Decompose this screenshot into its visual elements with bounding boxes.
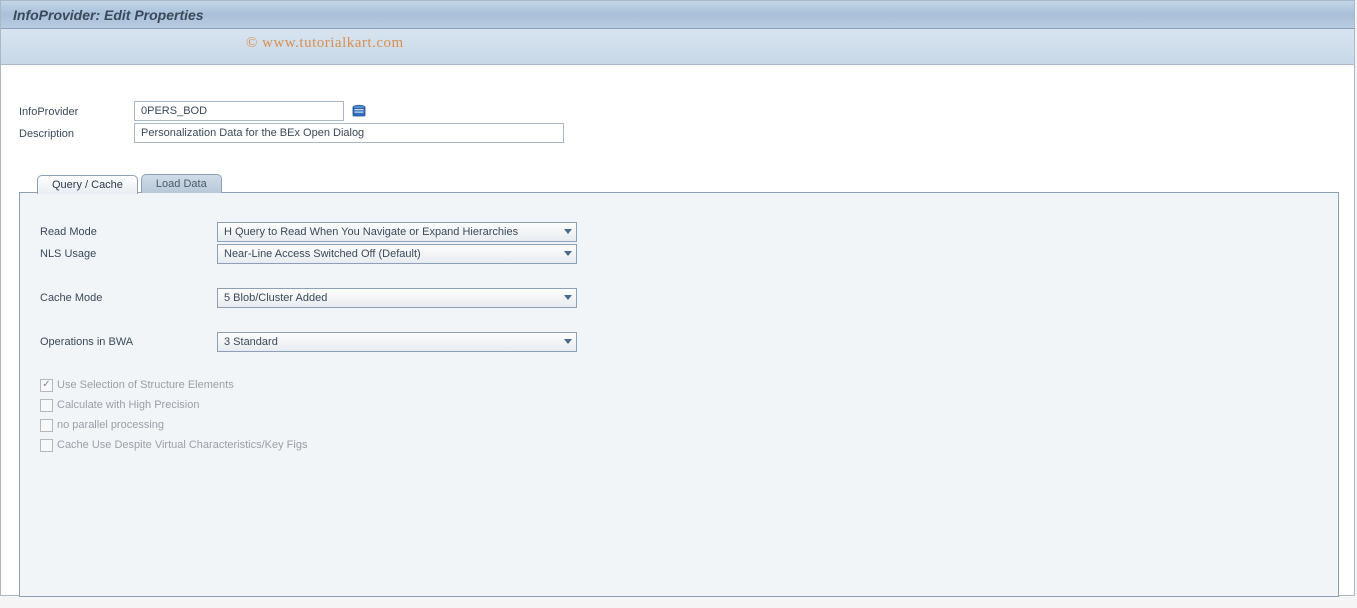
checkbox-structure-elements[interactable]: Use Selection of Structure Elements [40, 375, 1328, 395]
header-fields: InfoProvider Description [19, 100, 1344, 144]
title-bar: InfoProvider: Edit Properties [1, 1, 1354, 29]
tab-panel-query-cache: Read Mode H Query to Read When You Navig… [19, 192, 1339, 597]
ops-bwa-label: Operations in BWA [40, 336, 217, 348]
checkbox-no-parallel[interactable]: no parallel processing [40, 415, 1328, 435]
cache-mode-select[interactable]: 5 Blob/Cluster Added [217, 288, 577, 308]
chevron-down-icon [564, 251, 572, 256]
window-title: InfoProvider: Edit Properties [13, 7, 204, 23]
nls-value: Near-Line Access Switched Off (Default) [224, 248, 421, 260]
spacer [40, 353, 1328, 375]
spacer [40, 309, 1328, 331]
chevron-down-icon [564, 295, 572, 300]
nls-row: NLS Usage Near-Line Access Switched Off … [40, 243, 1328, 265]
read-mode-row: Read Mode H Query to Read When You Navig… [40, 221, 1328, 243]
ops-bwa-value: 3 Standard [224, 336, 278, 348]
description-row: Description [19, 122, 1344, 144]
description-label: Description [19, 127, 134, 140]
chevron-down-icon [564, 339, 572, 344]
tab-strip: Query / Cache Load Data [37, 174, 1344, 193]
read-mode-value: H Query to Read When You Navigate or Exp… [224, 226, 518, 238]
checkbox-cache-virtual[interactable]: Cache Use Despite Virtual Characteristic… [40, 435, 1328, 455]
read-mode-select[interactable]: H Query to Read When You Navigate or Exp… [217, 222, 577, 242]
nls-label: NLS Usage [40, 248, 217, 260]
checkbox-high-precision[interactable]: Calculate with High Precision [40, 395, 1328, 415]
cache-mode-row: Cache Mode 5 Blob/Cluster Added [40, 287, 1328, 309]
app-frame: InfoProvider: Edit Properties © www.tuto… [0, 0, 1355, 596]
checkbox-icon [40, 379, 53, 392]
nls-select[interactable]: Near-Line Access Switched Off (Default) [217, 244, 577, 264]
checkbox-label: no parallel processing [57, 419, 164, 431]
watermark-text: © www.tutorialkart.com [246, 35, 404, 52]
ops-bwa-row: Operations in BWA 3 Standard [40, 331, 1328, 353]
spacer [40, 265, 1328, 287]
checkbox-label: Cache Use Despite Virtual Characteristic… [57, 439, 307, 451]
checkbox-icon [40, 439, 53, 452]
checkbox-icon [40, 399, 53, 412]
infoprovider-row: InfoProvider [19, 100, 1344, 122]
ops-bwa-select[interactable]: 3 Standard [217, 332, 577, 352]
tab-query-cache[interactable]: Query / Cache [37, 175, 138, 194]
checkbox-label: Use Selection of Structure Elements [57, 379, 234, 391]
infoprovider-lookup-icon[interactable] [352, 104, 366, 118]
cache-mode-value: 5 Blob/Cluster Added [224, 292, 327, 304]
infoprovider-label: InfoProvider [19, 105, 134, 118]
checkbox-label: Calculate with High Precision [57, 399, 199, 411]
cache-mode-label: Cache Mode [40, 292, 217, 304]
infoprovider-input[interactable] [134, 101, 344, 121]
tab-load-data[interactable]: Load Data [141, 174, 222, 193]
read-mode-label: Read Mode [40, 226, 217, 238]
chevron-down-icon [564, 229, 572, 234]
checkbox-icon [40, 419, 53, 432]
content-area: InfoProvider Description Query / Ca [1, 65, 1354, 608]
tab-container: Query / Cache Load Data Read Mode H Quer… [19, 174, 1344, 598]
toolbar-strip: © www.tutorialkart.com [1, 29, 1354, 65]
description-input[interactable] [134, 123, 564, 143]
